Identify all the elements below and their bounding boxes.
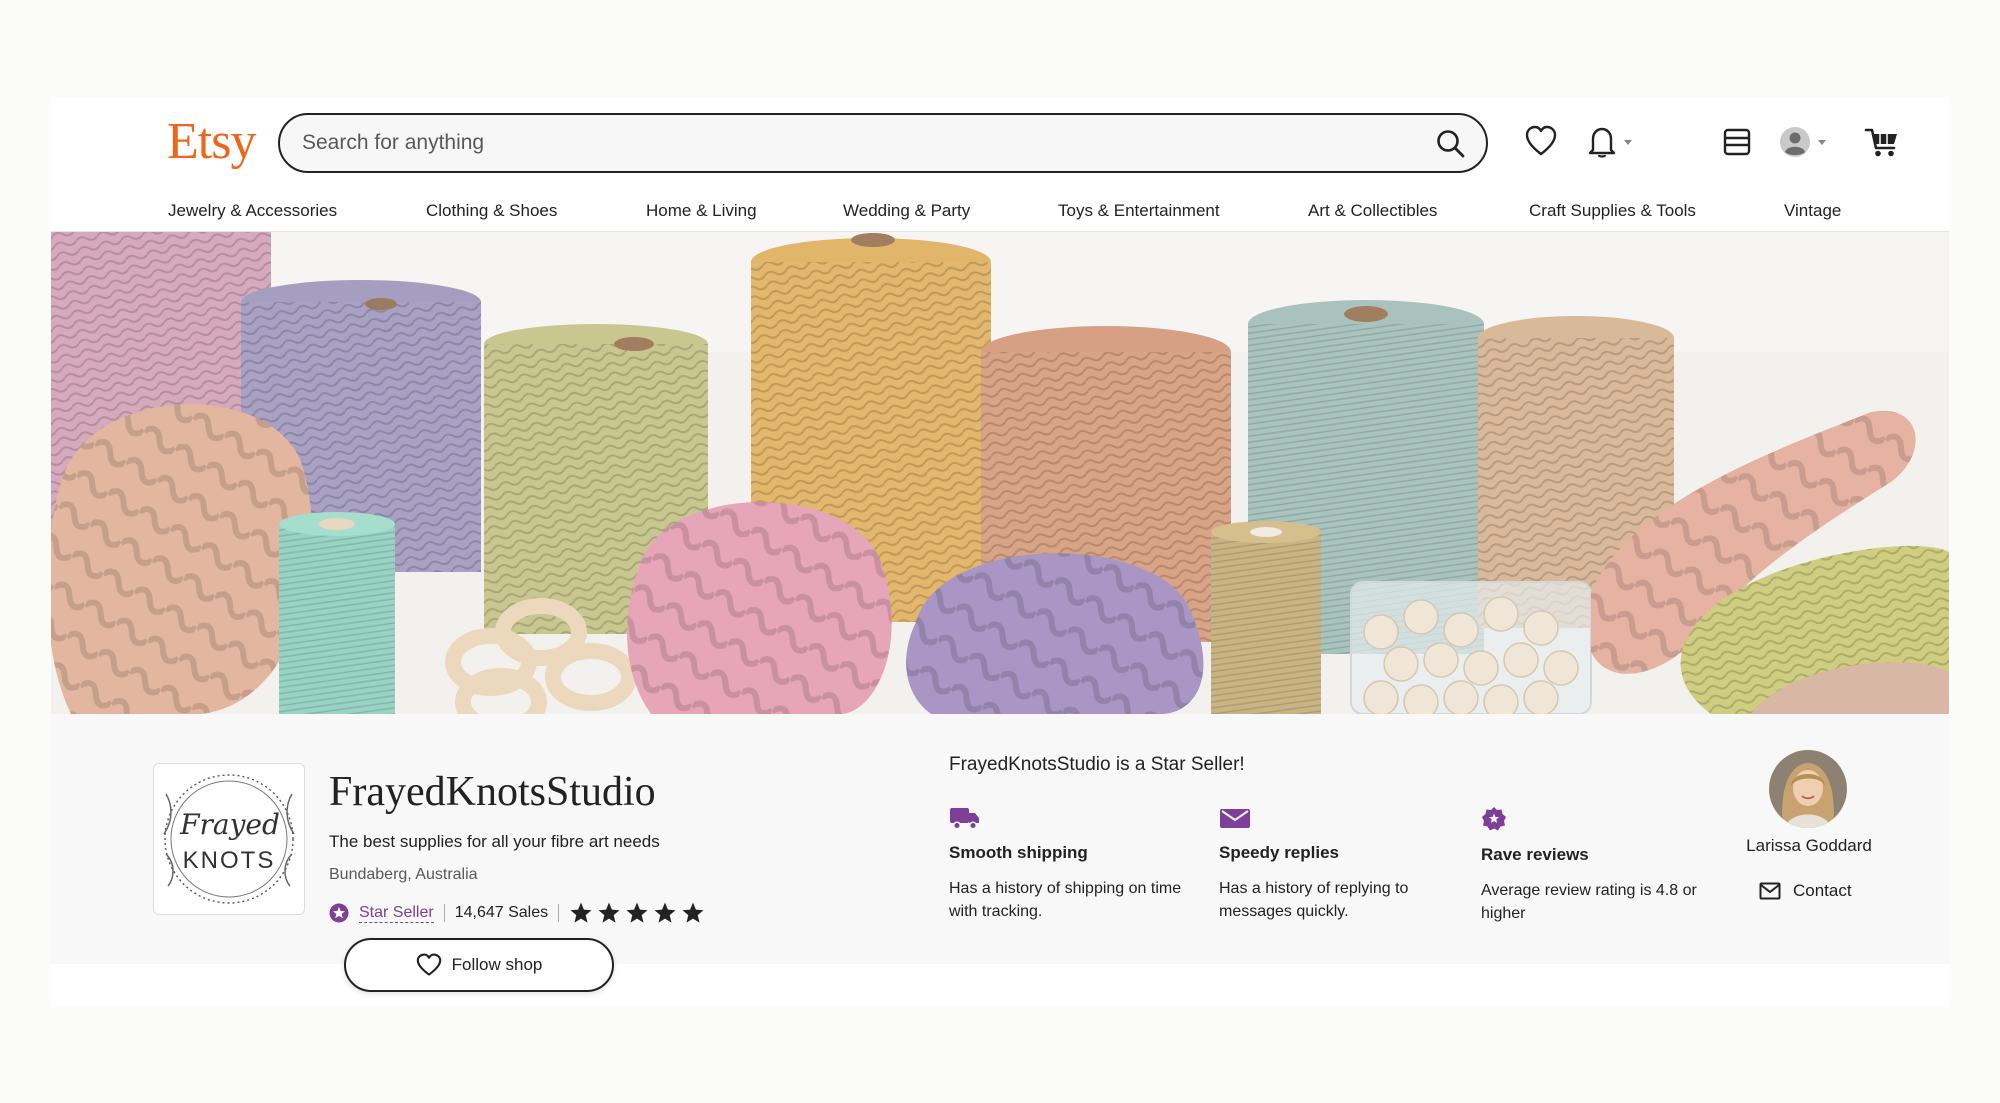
feature-speedy-replies: Speedy replies Has a history of replying… [1219, 806, 1459, 923]
nav-jewelry-accessories[interactable]: Jewelry & Accessories [168, 201, 337, 221]
divider [443, 904, 445, 922]
nav-clothing-shoes[interactable]: Clothing & Shoes [426, 201, 557, 221]
feature-smooth-shipping: Smooth shipping Has a history of shippin… [949, 806, 1189, 923]
feature-description: Has a history of shipping on time with t… [949, 880, 1182, 920]
shop-location: Bundaberg, Australia [329, 866, 478, 883]
shop-banner-image [51, 232, 1949, 714]
shop-manager-button[interactable] [1721, 124, 1753, 160]
nav-toys-entertainment[interactable]: Toys & Entertainment [1058, 201, 1220, 221]
feature-title: Smooth shipping [949, 843, 1088, 862]
shop-name: FrayedKnotsStudio [329, 769, 656, 815]
contact-label: Contact [1793, 881, 1852, 900]
star-icon [598, 902, 620, 923]
shop-logo: Frayed KNOTS [153, 763, 305, 915]
owner-portrait [1769, 750, 1847, 828]
cart-button[interactable] [1864, 124, 1900, 160]
feature-description: Average review rating is 4.8 or higher [1481, 882, 1697, 922]
notifications-button[interactable] [1587, 124, 1637, 160]
owner-avatar[interactable] [1769, 750, 1847, 828]
feature-title: Speedy replies [1219, 843, 1340, 862]
star-seller-heading: FrayedKnotsStudio is a Star Seller! [949, 754, 1245, 775]
star-seller-badge-icon [329, 903, 349, 923]
cart-icon [1864, 128, 1897, 157]
page: Etsy Search for anything Jewelry & Acces… [51, 98, 1949, 1005]
shop-info-section: Frayed KNOTS FrayedKnotsStudio The best … [51, 714, 1949, 992]
search-icon [1437, 130, 1465, 158]
nav-vintage[interactable]: Vintage [1784, 201, 1841, 221]
account-button[interactable] [1779, 124, 1831, 160]
store-icon [1723, 128, 1751, 156]
envelope-outline-icon [1759, 882, 1781, 900]
category-nav: Jewelry & Accessories Clothing & Shoes H… [51, 191, 1949, 231]
nav-wedding-party[interactable]: Wedding & Party [843, 201, 970, 221]
etsy-logo[interactable]: Etsy [167, 112, 256, 171]
rating-stars[interactable] [569, 901, 705, 925]
star-icon [682, 902, 704, 923]
star-icon [570, 902, 592, 923]
shop-tagline: The best supplies for all your fibre art… [329, 832, 660, 851]
shop-logo-emblem: Frayed KNOTS [163, 774, 295, 904]
site-header: Etsy Search for anything Jewelry & Acces… [51, 98, 1949, 232]
shop-logo-line2: KNOTS [183, 847, 276, 874]
nav-craft-supplies-tools[interactable]: Craft Supplies & Tools [1529, 201, 1696, 221]
star-badge-icon [1482, 807, 1506, 831]
shop-logo-line1: Frayed [179, 808, 280, 841]
owner-name: Larissa Goddard [1746, 836, 1872, 855]
yarn-banner-illustration [51, 232, 1949, 714]
star-icon [654, 902, 676, 923]
sales-count: 14,647 Sales [454, 904, 549, 921]
envelope-icon [1220, 809, 1250, 828]
bell-icon [1588, 127, 1632, 158]
star-seller-link[interactable]: Star Seller [359, 904, 434, 923]
feature-rave-reviews: Rave reviews Average review rating is 4.… [1481, 806, 1721, 925]
follow-shop-button[interactable]: Follow shop [344, 938, 614, 992]
user-avatar-icon [1780, 127, 1826, 157]
favorites-button[interactable] [1525, 124, 1557, 160]
search-button[interactable] [1434, 127, 1468, 161]
truck-icon [950, 808, 979, 830]
feature-title: Rave reviews [1481, 845, 1589, 864]
divider [558, 904, 560, 922]
nav-home-living[interactable]: Home & Living [646, 201, 757, 221]
nav-art-collectibles[interactable]: Art & Collectibles [1308, 201, 1437, 221]
shop-meta: Star Seller 14,647 Sales [329, 900, 705, 926]
search-input[interactable] [302, 125, 1382, 161]
feature-description: Has a history of replying to messages qu… [1219, 880, 1409, 920]
heart-icon [1525, 125, 1557, 156]
follow-shop-label: Follow shop [451, 955, 543, 974]
heart-icon [416, 953, 441, 976]
search-bar [278, 113, 1488, 173]
contact-button[interactable]: Contact [1759, 881, 1852, 901]
star-icon [626, 902, 648, 923]
